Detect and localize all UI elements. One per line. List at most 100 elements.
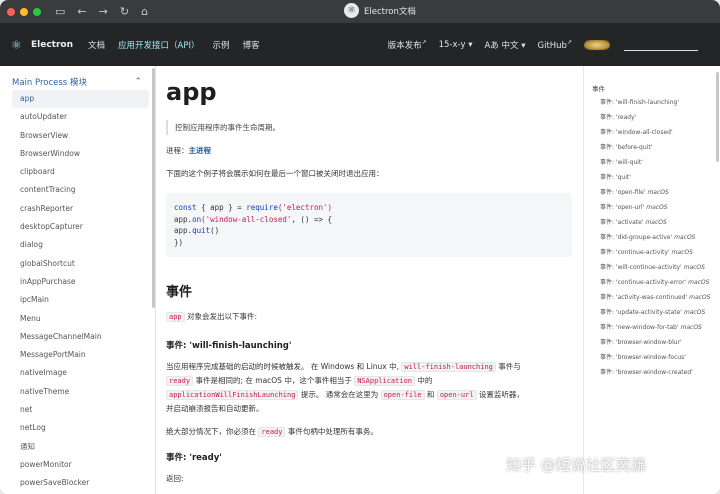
platform-badge: macOS: [683, 263, 705, 271]
sidebar-item[interactable]: nativeTheme: [0, 383, 155, 401]
electron-favicon-icon: ⚛: [344, 3, 359, 18]
toc-item[interactable]: 事件: 'window-all-closed': [584, 128, 716, 138]
toc-item[interactable]: 事件: 'before-quit': [584, 143, 716, 153]
sidebar-item[interactable]: 通知: [0, 438, 155, 456]
reload-icon[interactable]: ↻: [120, 0, 129, 23]
toc-item-label: 事件: 'quit': [600, 173, 631, 181]
toc-item[interactable]: 事件: 'quit': [584, 173, 716, 183]
nav-link-blog[interactable]: 博客: [243, 39, 260, 51]
nav-link-api[interactable]: 应用开发接口（API）: [118, 39, 199, 51]
sidebar: Main Process 模块 ⌃ app autoUpdater BrowserV…: [0, 66, 156, 494]
search-input[interactable]: [624, 38, 698, 51]
nav-link-examples[interactable]: 示例: [212, 39, 229, 51]
page-subtitle: 控制应用程序的事件生命周期。: [166, 120, 572, 135]
sidebar-item[interactable]: app: [12, 90, 149, 109]
sidebar-section-header[interactable]: Main Process 模块 ⌃: [0, 66, 155, 90]
toc-item[interactable]: 事件: 'continue-activity-error' macOS: [584, 278, 716, 288]
toc-item[interactable]: 事件: 'browser-window-created': [584, 368, 716, 378]
toc-item-label: 事件: 'continue-activity': [600, 248, 670, 256]
forward-arrow-icon[interactable]: →: [99, 0, 108, 23]
translate-icon: Aあ: [484, 40, 499, 51]
toc-heading[interactable]: 事件: [592, 83, 720, 98]
toc-item[interactable]: 事件: 'continue-activity' macOS: [584, 248, 716, 258]
sidebar-item[interactable]: powerSaveBlocker: [0, 474, 155, 492]
sidebar-item[interactable]: crashReporter: [0, 200, 155, 218]
toc-item-label: 事件: 'browser-window-focus': [600, 353, 686, 361]
sidebar-item[interactable]: BrowserWindow: [0, 145, 155, 163]
chevron-up-icon: ⌃: [134, 77, 142, 87]
main-process-link[interactable]: 主进程: [189, 146, 212, 155]
toc-item-label: 事件: 'did-groupe-active': [600, 233, 673, 241]
sidebar-item[interactable]: MessagePortMain: [0, 346, 155, 364]
toc-item-label: 事件: 'update-activity-state': [600, 308, 682, 316]
sidebar-item[interactable]: MessageChannelMain: [0, 328, 155, 346]
browser-window: ▭ ← → ↻ ⌂ ⚛ Electron文档 ⚛ Electron 文档 应用开…: [0, 0, 720, 494]
minimize-window-button[interactable]: [20, 7, 28, 16]
sidebar-item[interactable]: clipboard: [0, 163, 155, 181]
toc-item[interactable]: 事件: 'will-continue-activity' macOS: [584, 263, 716, 273]
event-description: 当应用程序完成基础的启动的时候被触发。 在 Windows 和 Linux 中,…: [166, 362, 524, 413]
toc-item[interactable]: 事件: 'new-window-for-tab' macOS: [584, 323, 716, 333]
event-note: 绝大部分情况下，你必须在 ready 事件句柄中处理所有事务。: [166, 427, 378, 437]
toc-item[interactable]: 事件: 'activity-was-continued' macOS: [584, 293, 716, 303]
language-label: 中文: [501, 40, 519, 51]
releases-link[interactable]: 版本发布↗: [388, 39, 427, 51]
toc-item-label: 事件: 'open-url': [600, 203, 645, 211]
toc-item[interactable]: 事件: 'will-quit': [584, 158, 716, 168]
chevron-down-icon: ▾: [468, 39, 473, 50]
toc-item[interactable]: 事件: 'update-activity-state' macOS: [584, 308, 716, 318]
toc-item[interactable]: 事件: 'activate' macOS: [584, 218, 716, 228]
window-controls: [7, 7, 41, 16]
sidebar-item[interactable]: ipcMain: [0, 291, 155, 309]
toc-item[interactable]: 事件: 'will-finish-launching': [584, 98, 716, 108]
toc-scrollbar[interactable]: [716, 72, 719, 162]
toc-item-label: 事件: 'will-continue-activity': [600, 263, 682, 271]
zoom-window-button[interactable]: [33, 7, 41, 16]
toc-item[interactable]: 事件: 'did-groupe-active' macOS: [584, 233, 716, 243]
sidebar-item[interactable]: desktopCapturer: [0, 218, 155, 236]
sidebar-item[interactable]: inAppPurchase: [0, 273, 155, 291]
platform-badge: macOS: [683, 308, 706, 316]
sidebar-item[interactable]: netLog: [0, 419, 155, 437]
code-line: const { app } = require('electron'): [174, 203, 333, 212]
sidebar-item[interactable]: Menu: [0, 310, 155, 328]
sidebar-item[interactable]: BrowserView: [0, 127, 155, 145]
toc-list: 事件: 'will-finish-launching' 事件: 'ready' 事件…: [584, 98, 720, 377]
toc-item[interactable]: 事件: 'browser-window-blur': [584, 338, 716, 348]
example-intro: 下面的这个例子将会展示如何在最后一个窗口被关闭时退出应用：: [166, 169, 384, 178]
sidebar-item[interactable]: dialog: [0, 236, 155, 254]
page-title: app: [166, 78, 217, 106]
tab-title[interactable]: ⚛ Electron文档: [344, 3, 416, 18]
external-link-icon: ↗: [421, 38, 427, 46]
toc-item[interactable]: 事件: 'open-url' macOS: [584, 203, 716, 213]
toc-item[interactable]: 事件: 'open-file' macOS: [584, 188, 716, 198]
toc-item[interactable]: 事件: 'ready': [584, 113, 716, 123]
code-example: const { app } = require('electron') app.…: [166, 193, 572, 257]
site-navbar: ⚛ Electron 文档 应用开发接口（API） 示例 博客 版本发布↗ 15…: [0, 23, 720, 66]
nav-link-docs[interactable]: 文档: [88, 39, 105, 51]
home-icon[interactable]: ⌂: [141, 0, 148, 23]
sidebar-item[interactable]: autoUpdater: [0, 108, 155, 126]
theme-toggle-icon[interactable]: [584, 39, 610, 50]
browser-toolbar: ▭ ← → ↻ ⌂ ⚛ Electron文档: [0, 0, 720, 23]
sidebar-toggle-icon[interactable]: ▭: [55, 0, 65, 23]
code-line: }): [174, 237, 184, 247]
version-dropdown[interactable]: 15-x-y ▾: [439, 40, 473, 50]
sidebar-item[interactable]: powerMonitor: [0, 456, 155, 474]
language-dropdown[interactable]: Aあ 中文 ▾: [484, 39, 525, 51]
sidebar-item[interactable]: globalShortcut: [0, 255, 155, 273]
sidebar-scrollbar[interactable]: [152, 68, 155, 308]
toc-item[interactable]: 事件: 'browser-window-focus': [584, 353, 716, 363]
back-arrow-icon[interactable]: ←: [77, 0, 86, 23]
github-link[interactable]: GitHub↗: [538, 39, 573, 51]
sidebar-item[interactable]: nativeImage: [0, 364, 155, 382]
sidebar-item[interactable]: contentTracing: [0, 181, 155, 199]
toc-item-label: 事件: 'open-file': [600, 188, 646, 196]
toc-item-label: 事件: 'will-finish-launching': [600, 99, 679, 106]
brand[interactable]: ⚛ Electron: [11, 39, 73, 51]
close-window-button[interactable]: [7, 7, 15, 16]
platform-badge: macOS: [671, 248, 693, 256]
chevron-down-icon: ▾: [521, 40, 526, 51]
sidebar-item[interactable]: net: [0, 401, 155, 419]
platform-badge: macOS: [647, 188, 669, 196]
